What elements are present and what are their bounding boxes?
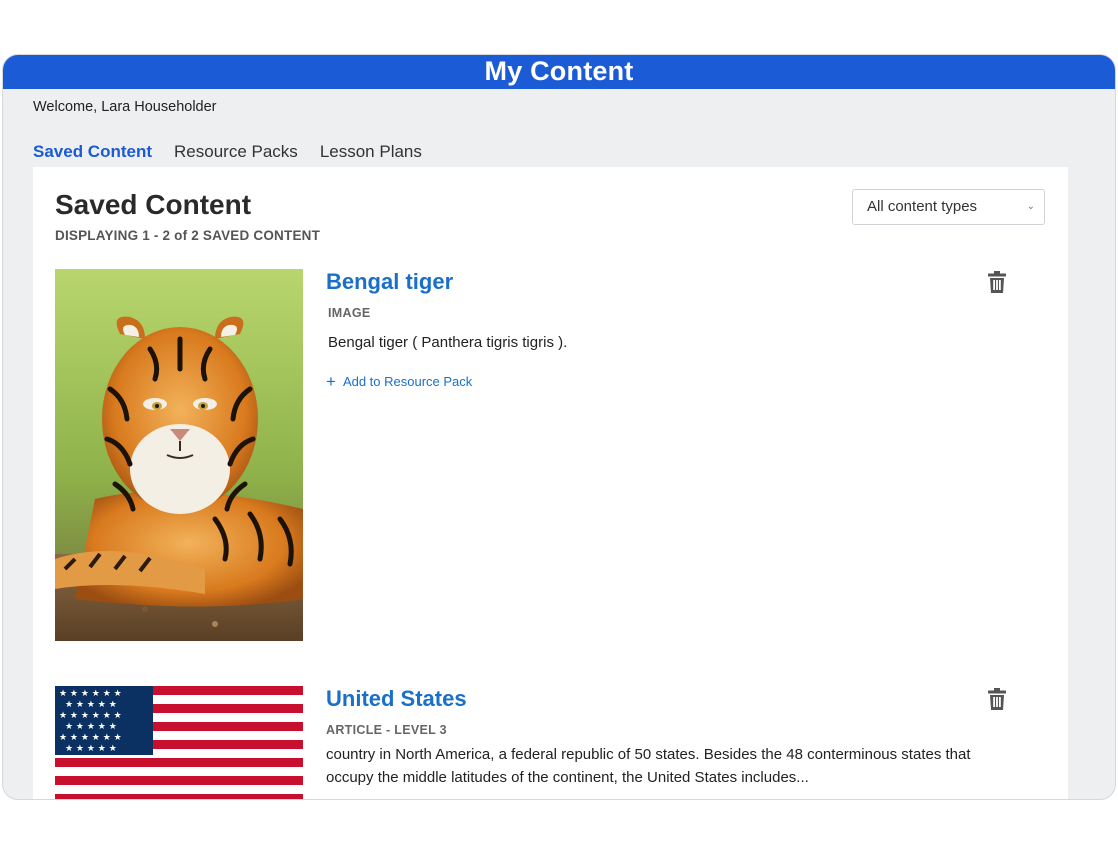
list-item: Bengal tiger IMAGE Bengal tiger ( Panthe… [55, 269, 1045, 641]
list-item: ★ ★ ★ ★ ★ ★ ★ ★ ★ ★ ★ ★ ★ ★ ★ ★ ★ ★ ★ ★ … [55, 686, 1045, 799]
result-count: DISPLAYING 1 - 2 of 2 SAVED CONTENT [55, 228, 321, 243]
welcome-text: Welcome, Lara Householder [33, 99, 217, 115]
app-window: My Content Welcome, Lara Householder Sav… [2, 54, 1116, 800]
app-title: My Content [3, 55, 1115, 89]
add-link-label: Add to Resource Pack [342, 374, 473, 389]
item-type: ARTICLE - LEVEL 3 [326, 723, 447, 737]
content-type-select[interactable]: All content types ⌄ [852, 189, 1045, 225]
trash-icon[interactable] [988, 688, 1006, 710]
tab-lesson-plans[interactable]: Lesson Plans [320, 142, 422, 162]
svg-text:★ ★ ★ ★ ★: ★ ★ ★ ★ ★ [65, 700, 117, 710]
svg-text:★ ★ ★ ★ ★: ★ ★ ★ ★ ★ [65, 722, 117, 732]
chevron-down-icon: ⌄ [1026, 201, 1035, 212]
svg-text:★ ★ ★ ★ ★ ★: ★ ★ ★ ★ ★ ★ [59, 733, 122, 743]
tiger-photo [55, 269, 303, 641]
trash-icon[interactable] [988, 271, 1006, 293]
us-flag: ★ ★ ★ ★ ★ ★ ★ ★ ★ ★ ★ ★ ★ ★ ★ ★ ★ ★ ★ ★ … [55, 686, 303, 799]
item-description: country in North America, a federal repu… [326, 746, 971, 786]
item-title-link[interactable]: United States [326, 686, 467, 712]
saved-content-panel: Saved Content DISPLAYING 1 - 2 of 2 SAVE… [33, 167, 1068, 799]
item-description: Bengal tiger ( Panthera tigris tigris ). [328, 334, 568, 351]
item-type: IMAGE [328, 306, 371, 320]
add-to-resource-pack-link[interactable]: + Add to Resource Pack [326, 372, 473, 391]
page-title: Saved Content [55, 189, 252, 220]
svg-text:★ ★ ★ ★ ★ ★: ★ ★ ★ ★ ★ ★ [59, 711, 122, 721]
tiger-thumbnail[interactable] [55, 269, 303, 641]
item-title-link[interactable]: Bengal tiger [326, 269, 453, 295]
plus-icon: + [326, 372, 336, 391]
us-flag-thumbnail[interactable]: ★ ★ ★ ★ ★ ★ ★ ★ ★ ★ ★ ★ ★ ★ ★ ★ ★ ★ ★ ★ … [55, 686, 303, 799]
tab-saved-content[interactable]: Saved Content [33, 142, 152, 162]
svg-text:★ ★ ★ ★ ★ ★: ★ ★ ★ ★ ★ ★ [59, 689, 122, 699]
tab-resource-packs[interactable]: Resource Packs [174, 142, 298, 162]
content-tabs: Saved Content Resource Packs Lesson Plan… [33, 142, 422, 162]
content-type-selected: All content types [867, 198, 978, 215]
svg-text:★ ★ ★ ★ ★: ★ ★ ★ ★ ★ [65, 744, 117, 754]
